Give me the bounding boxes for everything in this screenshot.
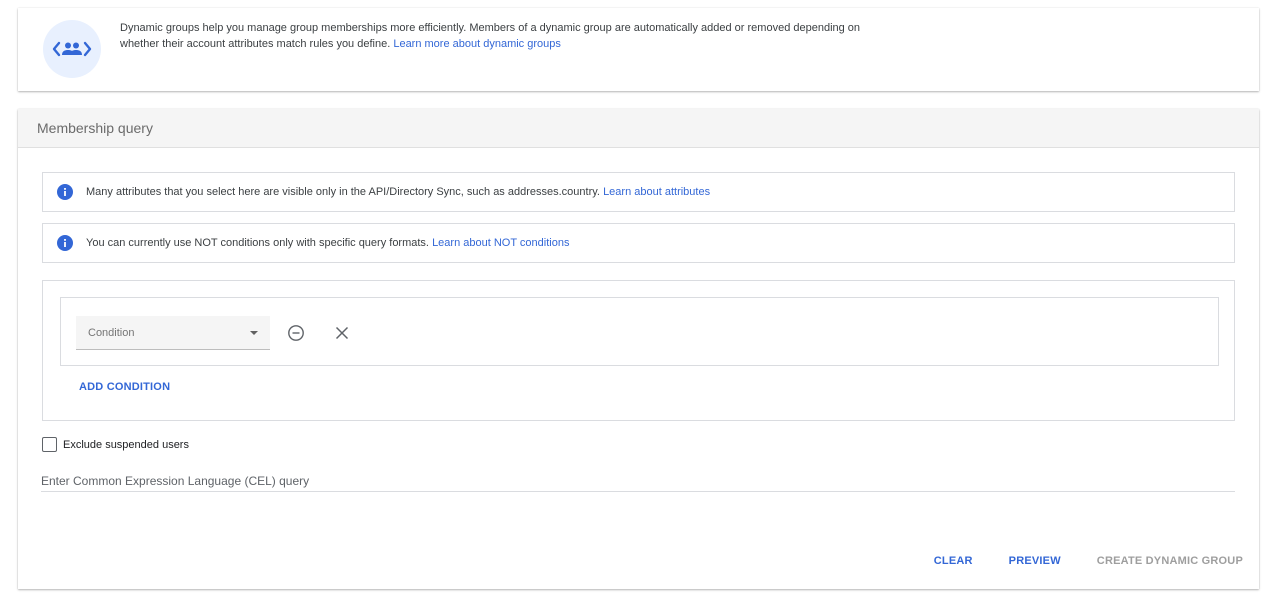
membership-query-card: Membership query Many attributes that yo… xyxy=(18,109,1259,589)
membership-query-header: Membership query xyxy=(18,109,1259,148)
exclude-suspended-checkbox[interactable] xyxy=(42,437,57,452)
minus-circle-icon xyxy=(288,325,304,341)
query-actions: CLEAR PREVIEW CREATE DYNAMIC GROUP xyxy=(898,555,1243,567)
condition-dropdown-placeholder: Condition xyxy=(88,326,135,339)
intro-description: Dynamic groups help you manage group mem… xyxy=(120,20,900,52)
learn-about-not-conditions-link[interactable]: Learn about NOT conditions xyxy=(432,237,569,249)
query-builder: Condition ADD CONDITION xyxy=(42,280,1235,421)
attributes-notice: Many attributes that you select here are… xyxy=(42,172,1235,212)
exclude-suspended-label: Exclude suspended users xyxy=(63,438,189,451)
not-conditions-notice-text: You can currently use NOT conditions onl… xyxy=(86,237,429,249)
membership-query-title: Membership query xyxy=(37,120,153,136)
info-icon xyxy=(57,184,73,200)
clear-button[interactable]: CLEAR xyxy=(934,555,973,567)
not-conditions-notice: You can currently use NOT conditions onl… xyxy=(42,223,1235,263)
cel-query-placeholder: Enter Common Expression Language (CEL) q… xyxy=(41,474,310,488)
remove-condition-button[interactable] xyxy=(286,323,306,343)
dynamic-group-icon xyxy=(43,20,101,78)
learn-about-attributes-link[interactable]: Learn about attributes xyxy=(603,186,710,198)
create-dynamic-group-button[interactable]: CREATE DYNAMIC GROUP xyxy=(1097,555,1243,567)
close-icon xyxy=(335,326,349,340)
delete-condition-button[interactable] xyxy=(332,323,352,343)
info-icon xyxy=(57,235,73,251)
dynamic-groups-intro-card: Dynamic groups help you manage group mem… xyxy=(18,8,1259,91)
chevron-down-icon xyxy=(250,330,258,335)
condition-dropdown[interactable]: Condition xyxy=(76,316,270,350)
learn-more-dynamic-groups-link[interactable]: Learn more about dynamic groups xyxy=(393,38,561,50)
exclude-suspended-row: Exclude suspended users xyxy=(42,437,189,452)
preview-button[interactable]: PREVIEW xyxy=(1009,555,1061,567)
attributes-notice-text: Many attributes that you select here are… xyxy=(86,186,600,198)
condition-row: Condition xyxy=(60,297,1219,366)
cel-query-input[interactable]: Enter Common Expression Language (CEL) q… xyxy=(41,471,1235,492)
add-condition-button[interactable]: ADD CONDITION xyxy=(79,381,170,393)
